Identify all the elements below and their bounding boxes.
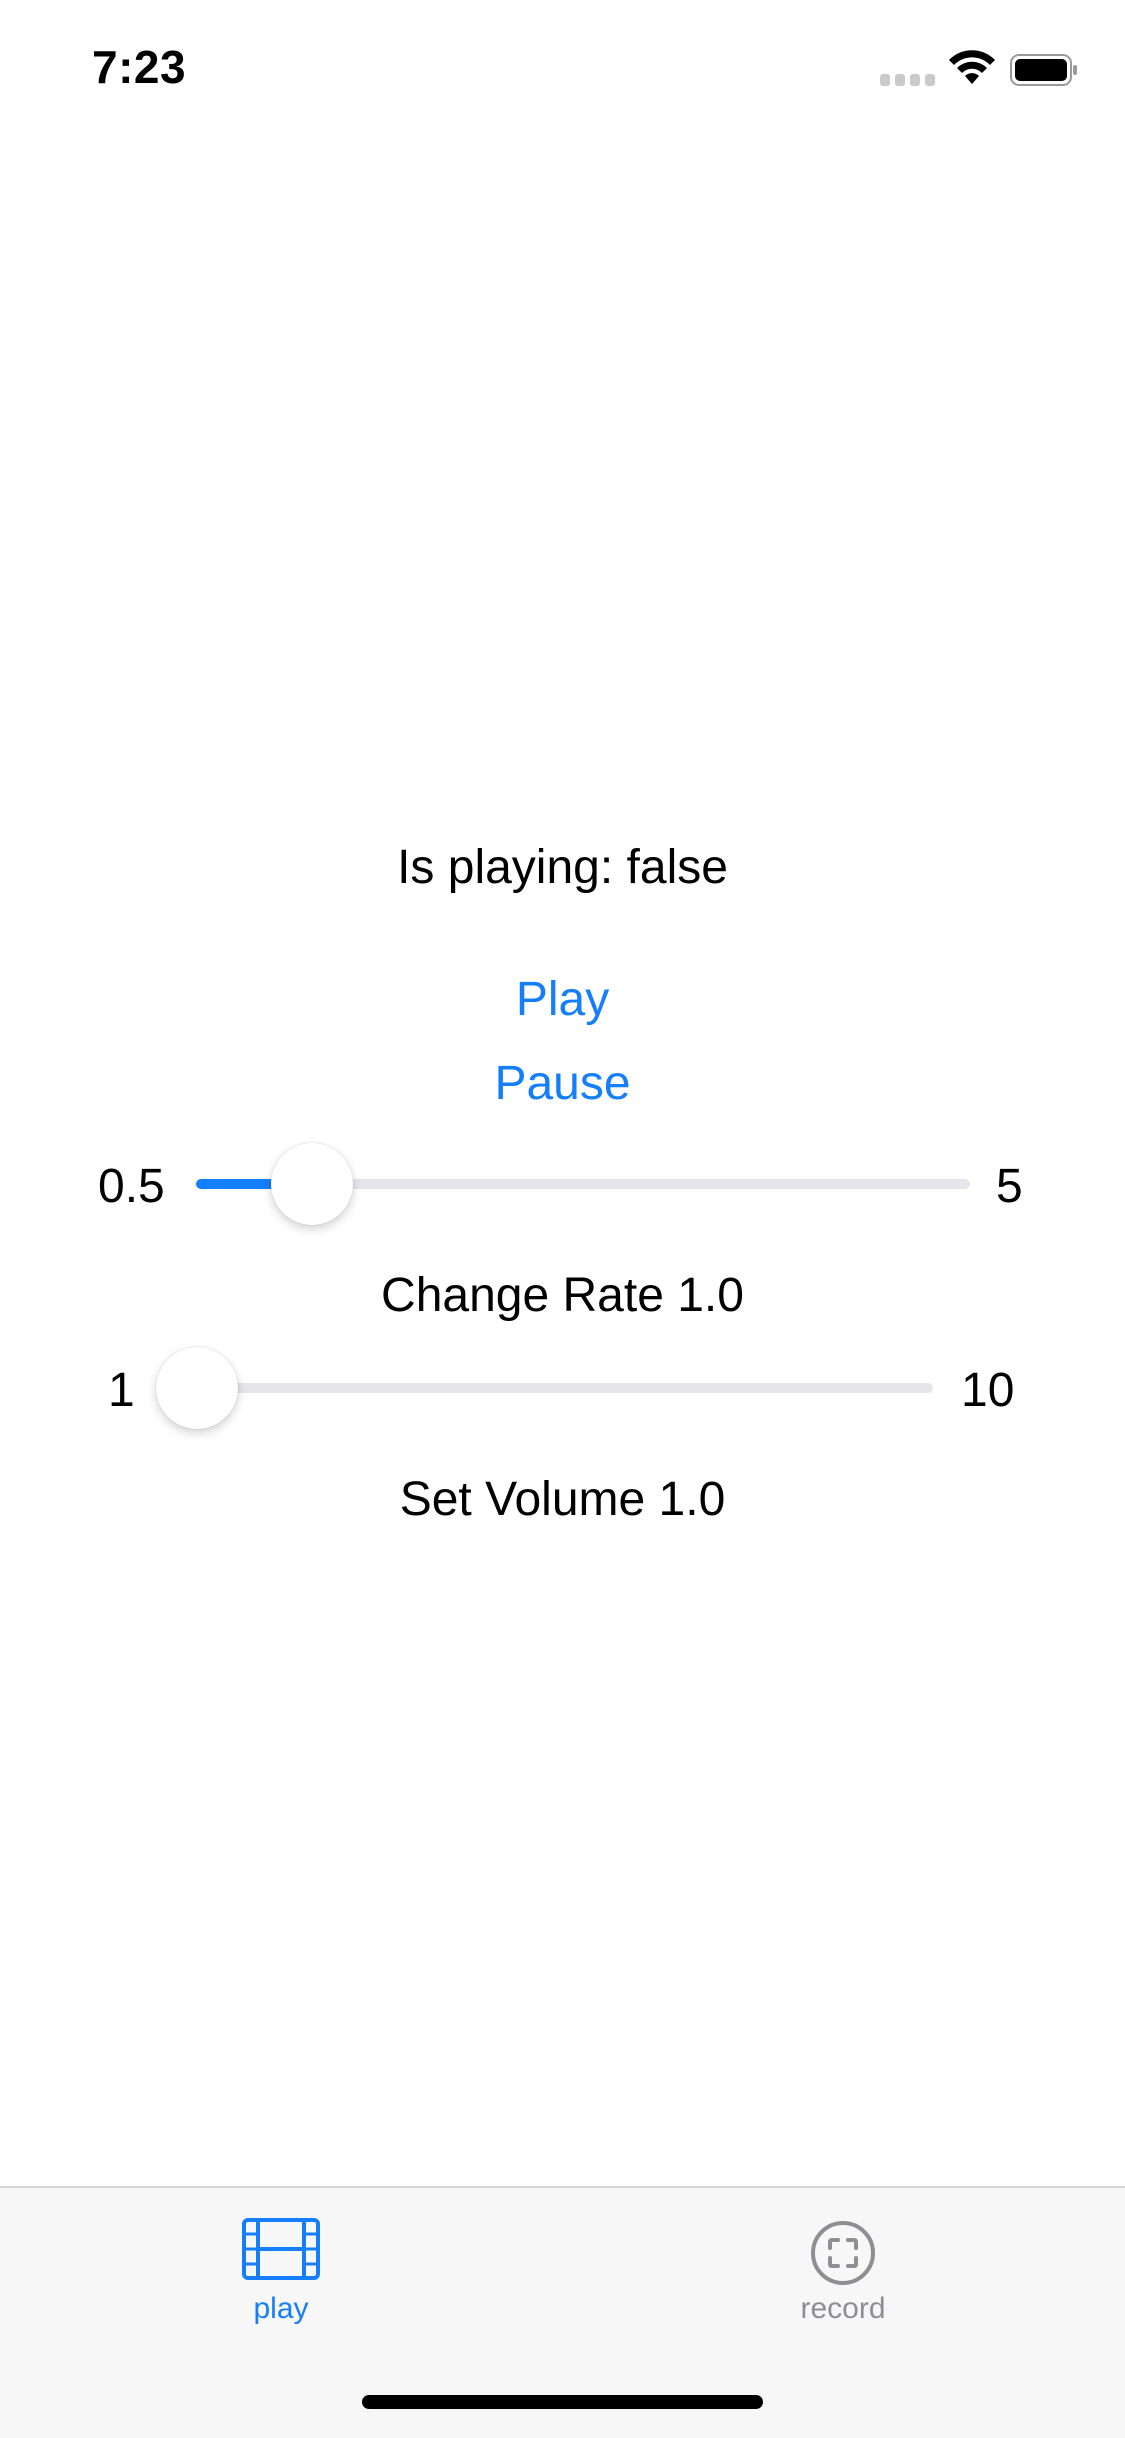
status-time: 7:23 xyxy=(92,41,187,93)
volume-slider[interactable]: 1 10 xyxy=(0,1341,1125,1431)
battery-icon xyxy=(1010,54,1077,86)
volume-slider-min-label: 1 xyxy=(108,1364,135,1417)
rate-slider-max-label: 5 xyxy=(996,1160,1023,1213)
tab-bar: play record xyxy=(0,2186,1125,2438)
home-indicator[interactable] xyxy=(362,2395,763,2409)
play-button[interactable]: Play xyxy=(0,972,1125,1027)
volume-slider-track[interactable] xyxy=(196,1383,933,1393)
status-bar: 7:23 xyxy=(0,0,1125,132)
pause-button[interactable]: Pause xyxy=(0,1056,1125,1111)
tab-play-label: play xyxy=(253,2292,309,2325)
wifi-icon xyxy=(949,50,995,84)
rate-slider-thumb[interactable] xyxy=(271,1143,353,1225)
set-volume-label: Set Volume 1.0 xyxy=(399,1473,726,1526)
cellular-signal-icon xyxy=(880,74,936,86)
is-playing-label: Is playing: false xyxy=(397,841,728,894)
change-rate-label: Change Rate 1.0 xyxy=(381,1269,744,1322)
volume-slider-thumb[interactable] xyxy=(156,1347,238,1429)
tab-play[interactable]: play xyxy=(171,2188,391,2338)
tab-record[interactable]: record xyxy=(733,2188,953,2338)
rate-slider[interactable]: 0.5 5 xyxy=(0,1137,1125,1227)
record-icon xyxy=(811,2221,875,2285)
film-icon xyxy=(242,2218,320,2280)
volume-slider-max-label: 10 xyxy=(961,1364,1015,1417)
tab-record-label: record xyxy=(800,2292,886,2325)
rate-slider-min-label: 0.5 xyxy=(98,1160,165,1213)
